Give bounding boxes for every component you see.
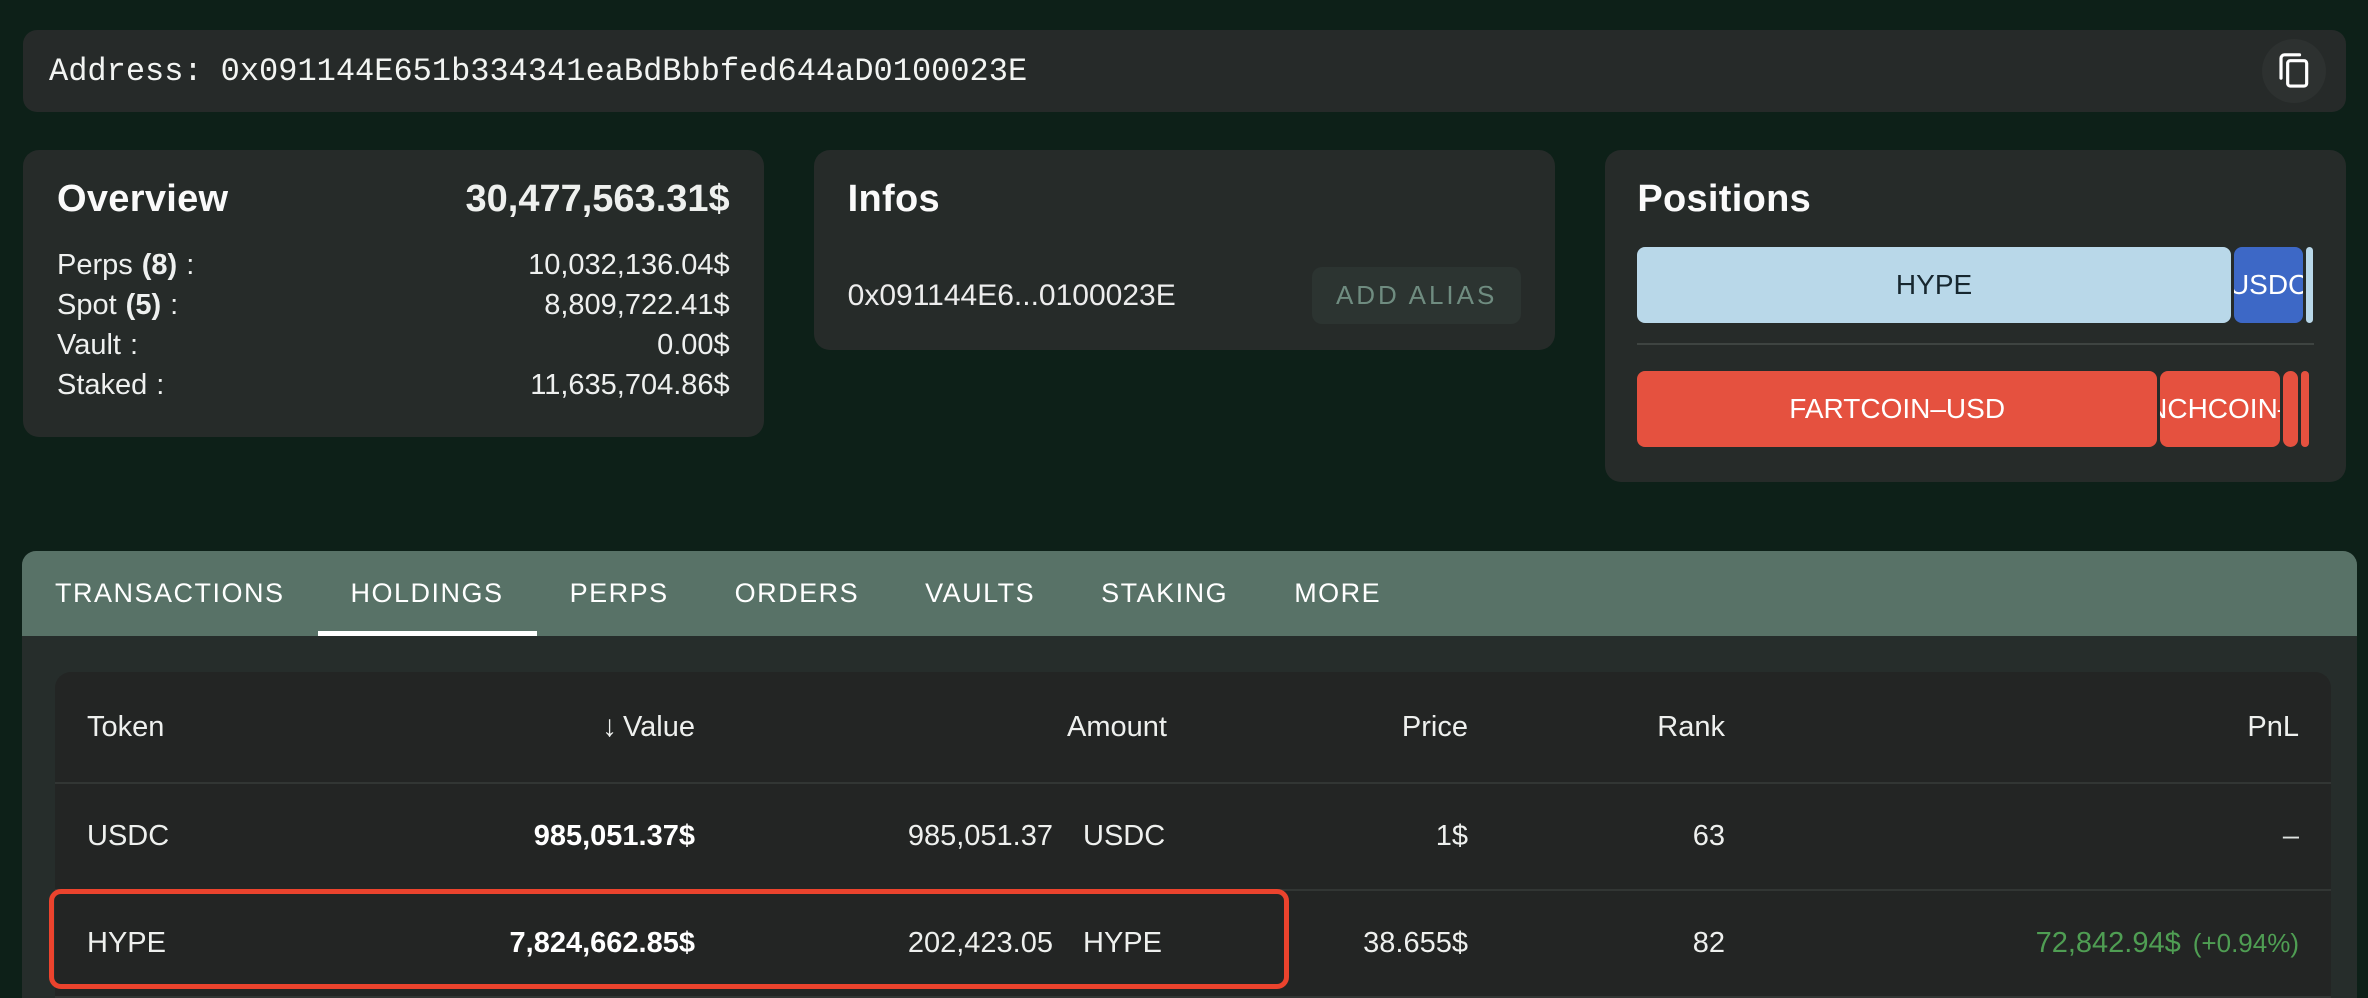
short-address: 0x091144E6...0100023E — [848, 279, 1176, 313]
price-cell: 1$ — [1167, 820, 1468, 853]
holdings-row-hype[interactable]: HYPE 7,824,662.85$ 202,423.05HYPE 38.655… — [55, 889, 2331, 996]
segment-label: USDC — [2234, 269, 2304, 301]
address-value: 0x091144E651b334341eaBdBbbfed644aD010002… — [221, 53, 1028, 90]
value-cell: 985,051.37$ — [387, 820, 695, 853]
page: Address: 0x091144E651b334341eaBdBbbfed644… — [0, 30, 2368, 998]
main-section: TRANSACTIONS HOLDINGS PERPS ORDERS VAULT… — [22, 551, 2357, 998]
pnl-cell: – — [1725, 820, 2299, 853]
position-segment-nchcoin[interactable]: NCHCOIN– — [2160, 371, 2280, 447]
overview-card: Overview 30,477,563.31$ Perps(8): 10,032… — [23, 150, 764, 437]
position-segment-small[interactable] — [2283, 371, 2298, 447]
tab-staking[interactable]: STAKING — [1068, 551, 1261, 636]
segment-label: FARTCOIN–USD — [1789, 393, 2005, 425]
holdings-table: Token ↓Value Amount Price Rank PnL USDC … — [55, 672, 2331, 998]
overview-row-spot: Spot(5): 8,809,722.41$ — [57, 285, 730, 325]
overview-row-label: Vault: — [57, 325, 138, 365]
tab-holdings[interactable]: HOLDINGS — [318, 551, 537, 636]
column-header-value[interactable]: ↓Value — [387, 710, 695, 744]
overview-row-label: Staked: — [57, 365, 164, 405]
pnl-cell: 72,842.94$(+0.94%) — [1725, 927, 2299, 960]
token-cell: USDC — [87, 820, 387, 853]
tab-more[interactable]: MORE — [1261, 551, 1414, 636]
holdings-table-header: Token ↓Value Amount Price Rank PnL — [55, 672, 2331, 782]
positions-title: Positions — [1637, 178, 2314, 221]
infos-card: Infos 0x091144E6...0100023E ADD ALIAS — [814, 150, 1556, 350]
column-header-pnl[interactable]: PnL — [1725, 711, 2299, 744]
column-header-price[interactable]: Price — [1167, 711, 1468, 744]
overview-row-value: 10,032,136.04$ — [528, 245, 730, 285]
copy-icon — [2275, 52, 2313, 90]
positions-card: Positions HYPE USDC FARTCOIN–USD NCHCOIN — [1605, 150, 2346, 482]
tab-orders[interactable]: ORDERS — [702, 551, 893, 636]
tab-vaults[interactable]: VAULTS — [892, 551, 1068, 636]
overview-row-staked: Staked: 11,635,704.86$ — [57, 365, 730, 405]
segment-label: NCHCOIN– — [2160, 393, 2280, 425]
summary-cards-row: Overview 30,477,563.31$ Perps(8): 10,032… — [23, 150, 2346, 482]
overview-row-value: 8,809,722.41$ — [544, 285, 729, 325]
overview-row-label: Perps(8): — [57, 245, 194, 285]
token-cell: HYPE — [87, 927, 387, 960]
tab-perps[interactable]: PERPS — [537, 551, 702, 636]
overview-row-value: 0.00$ — [657, 325, 730, 365]
amount-cell: 202,423.05HYPE — [695, 927, 1167, 960]
overview-row-perps: Perps(8): 10,032,136.04$ — [57, 245, 730, 285]
add-alias-button[interactable]: ADD ALIAS — [1312, 267, 1521, 324]
overview-row-value: 11,635,704.86$ — [530, 365, 729, 405]
position-segment-hype[interactable]: HYPE — [1637, 247, 2230, 323]
overview-title: Overview — [57, 178, 228, 221]
column-header-amount[interactable]: Amount — [695, 711, 1167, 744]
column-header-token[interactable]: Token — [87, 711, 387, 744]
copy-address-button[interactable] — [2262, 39, 2326, 103]
position-segment-usdc[interactable]: USDC — [2234, 247, 2304, 323]
address-label: Address: — [49, 53, 203, 90]
column-header-rank[interactable]: Rank — [1468, 711, 1725, 744]
perps-positions-bar: FARTCOIN–USD NCHCOIN– — [1637, 371, 2314, 447]
segment-label: HYPE — [1896, 269, 1972, 301]
tab-transactions[interactable]: TRANSACTIONS — [22, 551, 318, 636]
address-bar: Address: 0x091144E651b334341eaBdBbbfed644… — [23, 30, 2346, 112]
tabs-bar: TRANSACTIONS HOLDINGS PERPS ORDERS VAULT… — [22, 551, 2357, 636]
positions-divider — [1637, 343, 2314, 345]
infos-title: Infos — [848, 178, 1522, 221]
overview-row-vault: Vault: 0.00$ — [57, 325, 730, 365]
overview-breakdown: Perps(8): 10,032,136.04$ Spot(5): 8,809,… — [57, 245, 730, 405]
rank-cell: 82 — [1468, 927, 1725, 960]
rank-cell: 63 — [1468, 820, 1725, 853]
holdings-row-usdc[interactable]: USDC 985,051.37$ 985,051.37USDC 1$ 63 – — [55, 782, 2331, 889]
spot-positions-bar: HYPE USDC — [1637, 247, 2314, 323]
value-cell: 7,824,662.85$ — [387, 927, 695, 960]
position-segment-small[interactable] — [2306, 247, 2312, 323]
position-segment-small[interactable] — [2301, 371, 2309, 447]
overview-row-label: Spot(5): — [57, 285, 178, 325]
amount-cell: 985,051.37USDC — [695, 820, 1167, 853]
overview-total-value: 30,477,563.31$ — [466, 178, 730, 221]
position-segment-fartcoin[interactable]: FARTCOIN–USD — [1637, 371, 2157, 447]
sort-desc-icon: ↓ — [602, 710, 617, 743]
price-cell: 38.655$ — [1167, 927, 1468, 960]
